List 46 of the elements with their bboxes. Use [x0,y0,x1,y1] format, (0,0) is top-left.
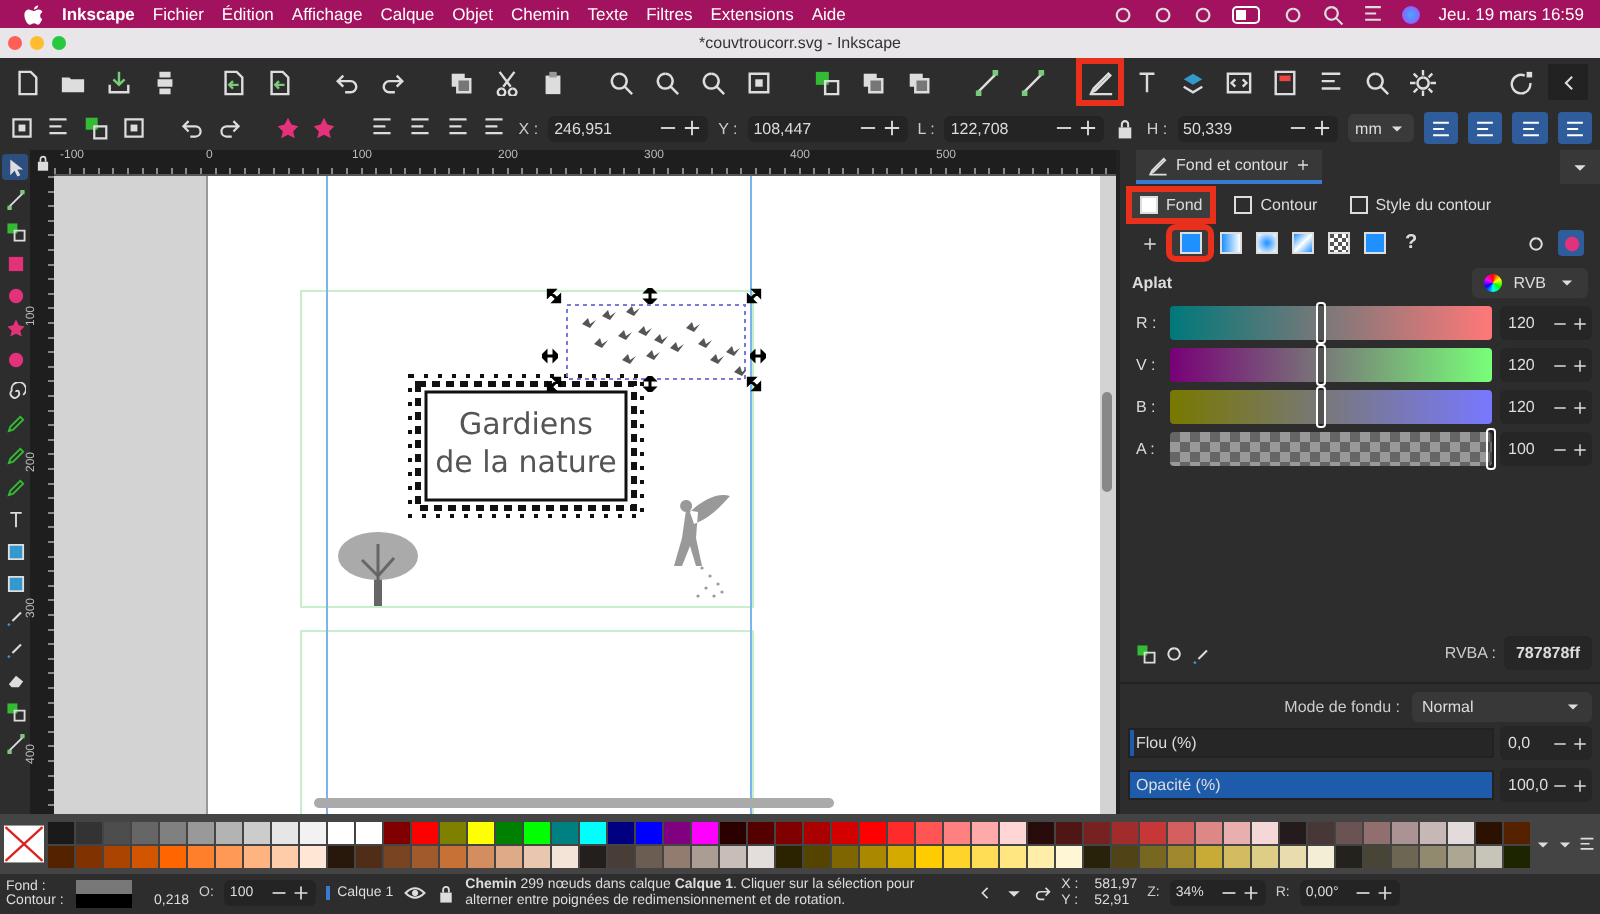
menu-item[interactable]: Filtres [646,4,693,24]
rgba-label: RVBA : [1444,644,1496,662]
number-field[interactable]: 120 [1500,390,1592,424]
fill-stroke-tab[interactable]: Contour [1226,192,1326,218]
number-field[interactable]: 122,708 [944,115,1105,141]
number-field[interactable]: 0,0 [1500,726,1592,760]
menu-item[interactable]: Calque [380,4,435,24]
number-field[interactable]: 120 [1500,306,1592,340]
channel-label: R : [1136,314,1159,332]
unit-dropdown[interactable]: mm [1347,114,1414,142]
number-field[interactable]: 100 [1500,432,1592,466]
fill-stroke-tab[interactable]: Fond [1132,192,1211,218]
menu-item[interactable]: Chemin [510,4,570,24]
menu-item[interactable]: Fichier [152,4,204,24]
canvas[interactable]: Gardiens de la nature [54,176,1100,814]
field-label: X : [518,119,539,137]
channel-label: A : [1136,440,1157,458]
menu-item[interactable]: Extensions [710,4,794,24]
opacity-slider[interactable]: Opacité (%) [1128,770,1494,800]
blur-slider[interactable]: Flou (%) [1128,728,1494,758]
number-field[interactable]: 108,447 [747,115,908,141]
field-label: Y : [718,119,738,137]
clock: Jeu. 19 mars 16:59 [1438,4,1584,24]
number-field[interactable]: 246,951 [548,115,709,141]
blend-mode-dropdown[interactable]: Normal [1412,692,1592,722]
menu-item[interactable]: Aide [811,4,846,24]
menu-item[interactable]: Affichage [291,4,363,24]
window-title: *couvtroucorr.svg - Inkscape [699,34,901,52]
color-model-dropdown[interactable]: RVB [1471,268,1588,298]
channel-label: V : [1136,356,1158,374]
app-menu[interactable]: Inkscape [62,4,135,24]
menu-item[interactable]: Texte [587,4,629,24]
number-field[interactable]: 100,0 [1500,768,1592,802]
blend-mode-label: Mode de fondu : [1284,698,1400,716]
menu-item[interactable]: Édition [221,4,274,24]
fill-stroke-tab[interactable]: Style du contour [1341,192,1500,218]
paint-mode-label: Aplat [1132,274,1172,292]
number-field[interactable]: 50,339 [1177,115,1338,141]
number-field[interactable]: 120 [1500,348,1592,382]
paint-type-button[interactable]: ? [1398,230,1424,256]
field-label: L : [917,119,935,137]
dialog-tab[interactable]: Fond et contour [1136,150,1323,184]
menu-item[interactable]: Objet [452,4,493,24]
field-label: H : [1146,119,1168,137]
rgba-field[interactable]: 787878ff [1503,636,1592,670]
channel-label: B : [1136,398,1158,416]
